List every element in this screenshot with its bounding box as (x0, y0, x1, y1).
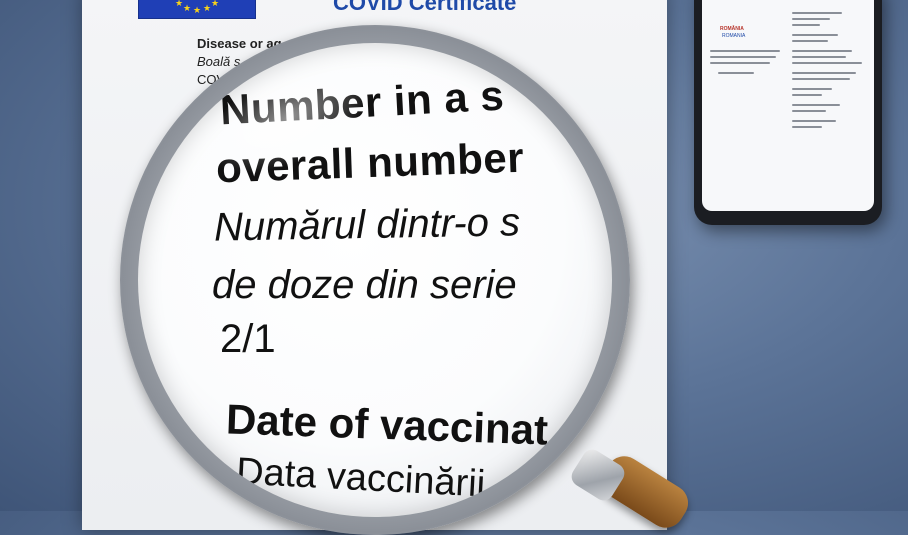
magnified-ro-line1: Numărul dintr-o s (213, 200, 521, 250)
phone-text-line (792, 12, 842, 14)
phone-text-line (792, 72, 856, 74)
magnified-date-heading: Date of vaccinat (225, 395, 549, 454)
magnified-ro-line2: de doze din serie (212, 263, 517, 307)
eu-flag-icon: ★ ★ ★ ★ ★ (138, 0, 256, 19)
phone-text-line (792, 104, 840, 106)
phone-text-line (792, 78, 850, 80)
phone-emblem-label: ROMÂNIA (720, 26, 744, 32)
phone-text-line (710, 50, 780, 52)
certificate-title: COVID Certificate (333, 0, 517, 15)
phone-text-line (710, 62, 770, 64)
phone-screen: ROMÂNIA ROMANIA (702, 0, 874, 211)
phone-text-line (792, 110, 826, 112)
phone-text-line (792, 40, 828, 42)
phone-text-line (792, 56, 846, 58)
phone-text-line (792, 88, 832, 90)
phone-text-line (792, 34, 838, 36)
magnified-dose-value: 2/1 (220, 317, 276, 361)
phone-text-line (718, 72, 754, 74)
phone-text-line (792, 62, 862, 64)
phone-text-line (792, 126, 822, 128)
magnifier-lens: Number in a s overall number Numărul din… (138, 43, 612, 517)
phone-text-line (792, 18, 830, 20)
phone-text-line (792, 24, 820, 26)
phone-text-line (792, 120, 836, 122)
phone-text-line (792, 94, 822, 96)
phone-text-line (792, 50, 852, 52)
phone-emblem-sublabel: ROMANIA (722, 33, 746, 39)
phone-text-line (710, 56, 776, 58)
scene: ★ ★ ★ ★ ★ COVID Certificate Disease or a… (0, 0, 908, 535)
phone-device: ROMÂNIA ROMANIA (694, 0, 882, 225)
